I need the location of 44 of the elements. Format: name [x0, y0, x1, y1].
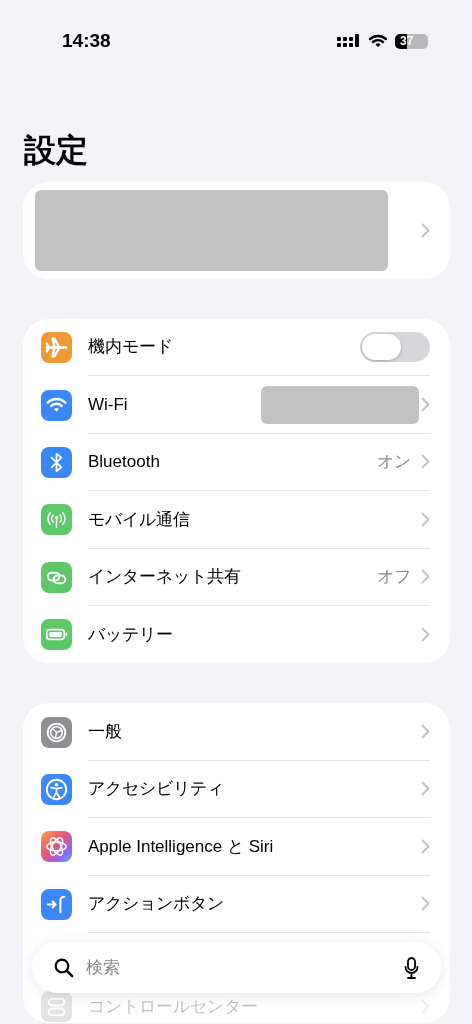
signal-icon	[337, 34, 361, 48]
flower-icon	[41, 831, 72, 863]
settings-row[interactable]: Bluetooth オン	[23, 433, 450, 492]
row-label: 一般	[88, 720, 122, 743]
row-label: コントロールセンター	[88, 996, 258, 1019]
row-label: インターネット共有	[88, 566, 241, 588]
wifi-icon	[369, 34, 387, 48]
settings-row[interactable]: アクセシビリティ	[23, 760, 450, 819]
settings-row[interactable]: モバイル通信	[23, 491, 450, 549]
settings-row[interactable]: 一般	[23, 703, 450, 761]
chevron-icon	[421, 454, 430, 470]
chevron-icon	[421, 223, 430, 238]
toggles-icon	[41, 991, 72, 1023]
settings-row[interactable]: Wi-Fi	[23, 376, 450, 434]
settings-row[interactable]: 機内モード	[23, 319, 450, 377]
settings-row[interactable]: バッテリー	[23, 605, 450, 664]
chevron-icon	[421, 724, 430, 740]
microphone-icon[interactable]	[404, 956, 419, 979]
row-label: Wi-Fi	[88, 393, 128, 416]
row-label: モバイル通信	[88, 508, 190, 531]
chevron-icon	[421, 397, 430, 413]
page-title: 設定	[24, 131, 89, 170]
row-label: アクションボタン	[88, 892, 224, 915]
row-label: アクセシビリティ	[88, 778, 224, 801]
chevron-icon	[421, 511, 430, 527]
row-label: Apple Intelligence と Siri	[88, 835, 274, 858]
row-label: Bluetooth	[88, 451, 160, 474]
chevron-icon	[421, 838, 430, 854]
chevron-icon	[421, 569, 430, 585]
chevron-icon	[421, 627, 430, 643]
status-time: 14:38	[62, 28, 111, 53]
row-value: オン	[377, 451, 411, 474]
row-label: バッテリー	[88, 623, 173, 646]
search-icon	[54, 957, 74, 978]
settings-row[interactable]: アクションボタン	[23, 875, 450, 933]
settings-row[interactable]: インターネット共有 オフ	[23, 548, 450, 606]
chevron-icon	[421, 896, 430, 912]
profile-card[interactable]	[23, 182, 450, 279]
settings-row[interactable]: Apple Intelligence と Siri	[23, 818, 450, 876]
row-label: 機内モード	[88, 336, 173, 359]
chevron-icon	[421, 781, 430, 797]
toggle-switch[interactable]	[360, 332, 430, 363]
search-field[interactable]: 検索	[84, 953, 404, 982]
row-value: オフ	[377, 566, 411, 588]
